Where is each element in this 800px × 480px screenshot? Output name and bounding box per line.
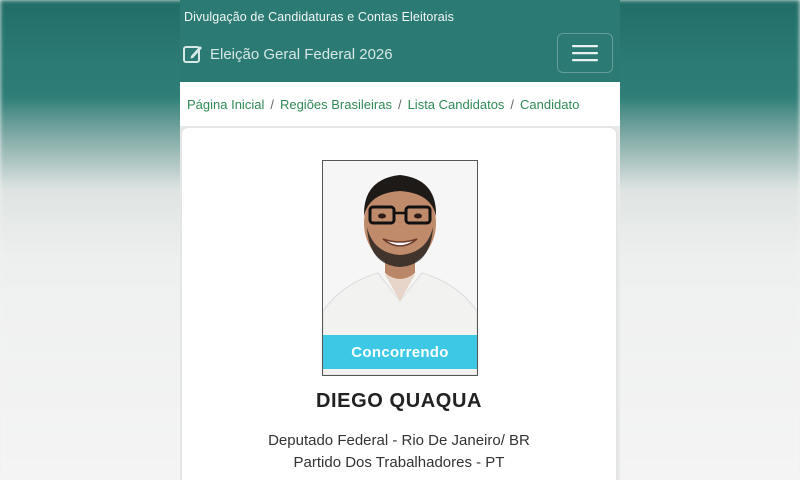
menu-toggle-button[interactable] (557, 33, 613, 73)
breadcrumb-separator: / (270, 96, 274, 112)
candidate-name: DIEGO QUAQUA (315, 390, 483, 412)
mobile-screen: Divulgação de Candidaturas e Contas Elei… (180, 0, 620, 480)
breadcrumb-current: Candidato (520, 96, 580, 112)
hamburger-menu-icon (572, 45, 598, 62)
edit-icon (182, 43, 204, 65)
breadcrumb-separator: / (397, 96, 402, 112)
candidate-photo: Concorrendo (322, 160, 478, 376)
breadcrumb-home[interactable]: Página Inicial (187, 97, 264, 112)
candidate-party: Partido Dos Trabalhadores - PT (293, 454, 505, 471)
brand-link[interactable]: Eleição Geral Federal 2026 (182, 40, 393, 68)
status-badge: Concorrendo (323, 335, 477, 369)
candidate-card: Concorrendo DIEGO QUAQUA Deputado Federa… (182, 128, 616, 480)
breadcrumb-candidate-list[interactable]: Lista Candidatos (408, 97, 505, 112)
app-header: Divulgação de Candidaturas e Contas Elei… (180, 0, 620, 82)
breadcrumb-separator: / (510, 96, 515, 112)
site-title: Divulgação de Candidaturas e Contas Elei… (184, 10, 455, 24)
breadcrumb-regions[interactable]: Regiões Brasileiras (280, 97, 392, 112)
brand-label: Eleição Geral Federal 2026 (210, 45, 393, 63)
breadcrumb: Página Inicial / Regiões Brasileiras / L… (180, 82, 620, 126)
candidate-role: Deputado Federal - Rio De Janeiro/ BR (268, 432, 530, 449)
